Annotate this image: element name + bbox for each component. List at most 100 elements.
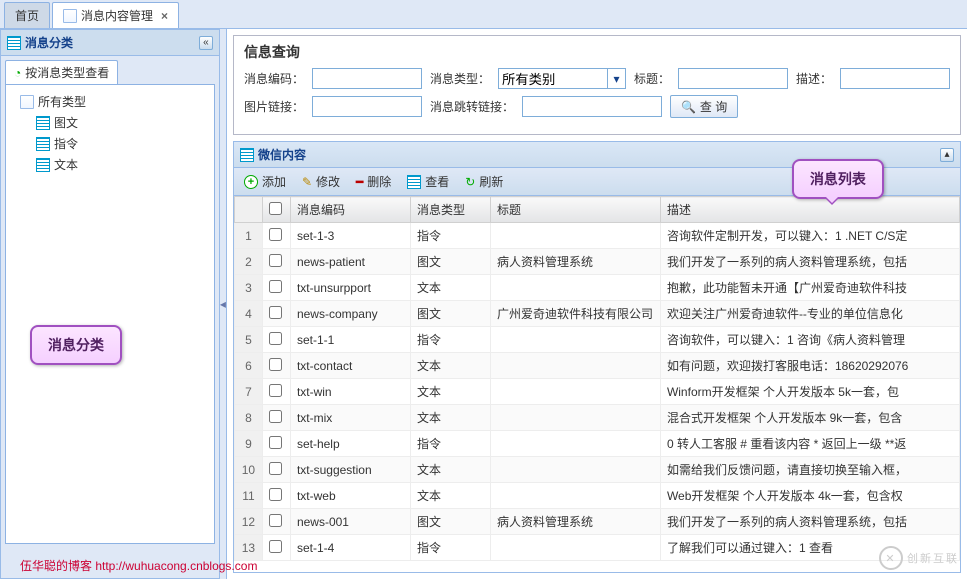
table-row[interactable]: 2news-patient图文病人资料管理系统我们开发了一系列的病人资料管理系统… bbox=[234, 249, 959, 275]
cell-code: set-1-3 bbox=[290, 223, 410, 249]
sidebar: 消息分类 « ◔按消息类型查看 所有类型 图文 指令 文本 bbox=[0, 29, 220, 579]
row-checkbox[interactable] bbox=[269, 436, 282, 449]
grid-icon bbox=[36, 116, 50, 130]
grid-icon bbox=[7, 36, 21, 50]
refresh-button[interactable]: ↻刷新 bbox=[461, 171, 507, 192]
row-checkbox[interactable] bbox=[269, 462, 282, 475]
tree-all[interactable]: 所有类型 bbox=[12, 91, 208, 112]
check-all[interactable] bbox=[269, 202, 282, 215]
label-imglink: 图片链接： bbox=[244, 98, 304, 115]
collapse-left-icon[interactable]: « bbox=[199, 36, 213, 50]
search-button[interactable]: 🔍查 询 bbox=[670, 95, 738, 118]
input-title[interactable] bbox=[678, 68, 788, 89]
row-checkbox[interactable] bbox=[269, 514, 282, 527]
cell-title bbox=[490, 275, 660, 301]
label-code: 消息编码： bbox=[244, 70, 304, 87]
watermark: ✕创新互联 bbox=[879, 546, 959, 570]
table-row[interactable]: 7txt-win文本Winform开发框架 个人开发版本 5k一套，包 bbox=[234, 379, 959, 405]
cell-type: 指令 bbox=[410, 327, 490, 353]
edit-button[interactable]: ✎修改 bbox=[298, 171, 344, 192]
input-desc[interactable] bbox=[840, 68, 950, 89]
table-row[interactable]: 11txt-web文本Web开发框架 个人开发版本 4k一套，包含权 bbox=[234, 483, 959, 509]
col-title[interactable]: 标题 bbox=[490, 197, 660, 223]
row-checkbox[interactable] bbox=[269, 384, 282, 397]
grid-title: 微信内容 bbox=[258, 146, 306, 163]
sidebar-header: 消息分类 « bbox=[1, 30, 219, 56]
row-checkbox[interactable] bbox=[269, 488, 282, 501]
cell-code: news-001 bbox=[290, 509, 410, 535]
cell-title bbox=[490, 535, 660, 561]
label-title: 标题： bbox=[634, 70, 670, 87]
cell-title: 病人资料管理系统 bbox=[490, 509, 660, 535]
input-jumplink[interactable] bbox=[522, 96, 662, 117]
grid-table: 消息编码 消息类型 标题 描述 1set-1-3指令咨询软件定制开发，可以键入：… bbox=[234, 196, 960, 561]
table-row[interactable]: 8txt-mix文本混合式开发框架 个人开发版本 9k一套，包含 bbox=[234, 405, 959, 431]
cell-check bbox=[262, 353, 290, 379]
cell-check bbox=[262, 405, 290, 431]
add-button[interactable]: +添加 bbox=[240, 171, 290, 192]
row-checkbox[interactable] bbox=[269, 358, 282, 371]
row-checkbox[interactable] bbox=[269, 540, 282, 553]
cell-check bbox=[262, 249, 290, 275]
col-code[interactable]: 消息编码 bbox=[290, 197, 410, 223]
cell-type: 文本 bbox=[410, 353, 490, 379]
table-row[interactable]: 3txt-unsurpport文本抱歉，此功能暂未开通【广州爱奇迪软件科技 bbox=[234, 275, 959, 301]
input-type[interactable] bbox=[498, 68, 608, 89]
cell-rownum: 6 bbox=[234, 353, 262, 379]
table-row[interactable]: 5set-1-1指令咨询软件，可以键入：1 咨询《病人资料管理 bbox=[234, 327, 959, 353]
input-imglink[interactable] bbox=[312, 96, 422, 117]
table-row[interactable]: 10txt-suggestion文本如需给我们反馈问题，请直接切换至输入框， bbox=[234, 457, 959, 483]
cell-title bbox=[490, 483, 660, 509]
label-jumplink: 消息跳转链接： bbox=[430, 98, 514, 115]
collapse-up-icon[interactable]: ▴ bbox=[940, 148, 954, 162]
row-checkbox[interactable] bbox=[269, 332, 282, 345]
view-label: 查看 bbox=[425, 173, 449, 190]
table-row[interactable]: 4news-company图文广州爱奇迪软件科技有限公司欢迎关注广州爱奇迪软件-… bbox=[234, 301, 959, 327]
tree-cmd-label: 指令 bbox=[54, 135, 78, 152]
cell-type: 指令 bbox=[410, 535, 490, 561]
grid-icon bbox=[36, 137, 50, 151]
chevron-down-icon[interactable]: ▾ bbox=[608, 68, 626, 89]
grid-panel: 微信内容 ▴ +添加 ✎修改 ━删除 查看 ↻刷新 消息编码 消息类型 标题 bbox=[233, 141, 961, 573]
select-type[interactable]: ▾ bbox=[498, 68, 626, 89]
table-row[interactable]: 13set-1-4指令了解我们可以通过键入：1 查看 bbox=[234, 535, 959, 561]
tree-all-label: 所有类型 bbox=[38, 93, 86, 110]
row-checkbox[interactable] bbox=[269, 410, 282, 423]
close-icon[interactable]: × bbox=[161, 9, 168, 23]
cell-type: 文本 bbox=[410, 275, 490, 301]
tab-home[interactable]: 首页 bbox=[4, 2, 50, 28]
splitter[interactable]: ◂ bbox=[220, 29, 227, 579]
label-type: 消息类型： bbox=[430, 70, 490, 87]
row-checkbox[interactable] bbox=[269, 280, 282, 293]
tree-cmd[interactable]: 指令 bbox=[12, 133, 208, 154]
tab-manage[interactable]: 消息内容管理 × bbox=[52, 2, 179, 28]
row-checkbox[interactable] bbox=[269, 254, 282, 267]
cell-desc: 如需给我们反馈问题，请直接切换至输入框， bbox=[660, 457, 959, 483]
input-code[interactable] bbox=[312, 68, 422, 89]
table-row[interactable]: 1set-1-3指令咨询软件定制开发，可以键入：1 .NET C/S定 bbox=[234, 223, 959, 249]
table-row[interactable]: 9set-help指令0 转人工客服 # 重看该内容 * 返回上一级 **返 bbox=[234, 431, 959, 457]
table-row[interactable]: 6txt-contact文本如有问题，欢迎拨打客服电话：18620292076 bbox=[234, 353, 959, 379]
table-row[interactable]: 12news-001图文病人资料管理系统我们开发了一系列的病人资料管理系统，包括 bbox=[234, 509, 959, 535]
doc-icon bbox=[63, 9, 77, 23]
cell-rownum: 5 bbox=[234, 327, 262, 353]
cell-rownum: 9 bbox=[234, 431, 262, 457]
cell-type: 文本 bbox=[410, 457, 490, 483]
cell-desc: 咨询软件，可以键入：1 咨询《病人资料管理 bbox=[660, 327, 959, 353]
delete-button[interactable]: ━删除 bbox=[352, 171, 395, 192]
row-checkbox[interactable] bbox=[269, 306, 282, 319]
cell-title: 病人资料管理系统 bbox=[490, 249, 660, 275]
tree-text[interactable]: 文本 bbox=[12, 154, 208, 175]
cell-desc: 咨询软件定制开发，可以键入：1 .NET C/S定 bbox=[660, 223, 959, 249]
col-type[interactable]: 消息类型 bbox=[410, 197, 490, 223]
tree: 所有类型 图文 指令 文本 bbox=[5, 84, 215, 544]
cell-type: 文本 bbox=[410, 405, 490, 431]
tree-imgtxt-label: 图文 bbox=[54, 114, 78, 131]
view-button[interactable]: 查看 bbox=[403, 171, 453, 192]
row-checkbox[interactable] bbox=[269, 228, 282, 241]
sidebar-subtab[interactable]: ◔按消息类型查看 bbox=[5, 60, 118, 84]
tree-imgtxt[interactable]: 图文 bbox=[12, 112, 208, 133]
col-desc[interactable]: 描述 bbox=[660, 197, 959, 223]
grid-icon bbox=[407, 175, 421, 189]
tab-home-label: 首页 bbox=[15, 7, 39, 24]
